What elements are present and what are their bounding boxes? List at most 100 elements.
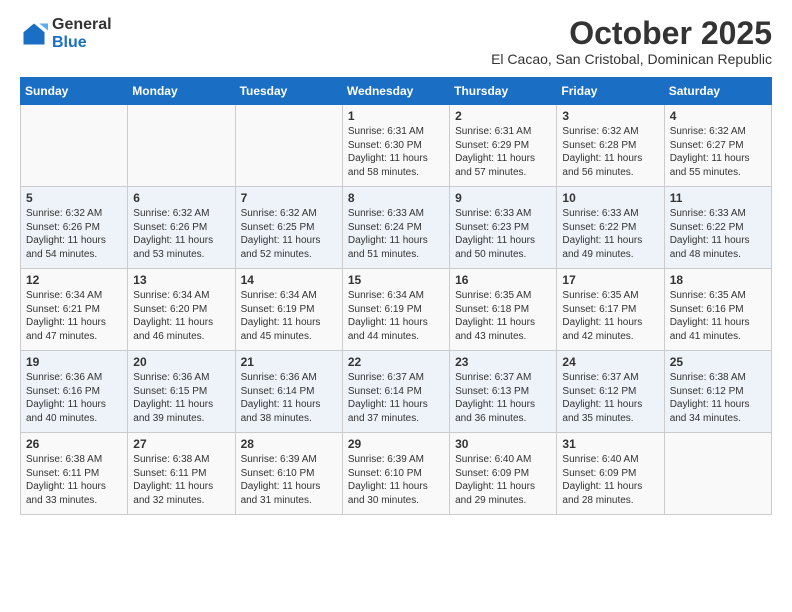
logo: General Blue <box>20 16 112 51</box>
weekday-header-monday: Monday <box>128 78 235 105</box>
day-info: Sunrise: 6:32 AM Sunset: 6:27 PM Dayligh… <box>670 125 766 179</box>
day-number: 8 <box>348 191 444 205</box>
calendar-cell: 18 Sunrise: 6:35 AM Sunset: 6:16 PM Dayli… <box>664 269 771 351</box>
day-number: 29 <box>348 437 444 451</box>
header: General Blue October 2025 El Cacao, San … <box>20 16 772 67</box>
calendar-cell: 11Sunrise: 6:33 AM Sunset: 6:22 PM Dayli… <box>664 187 771 269</box>
calendar-cell <box>128 105 235 187</box>
calendar-cell <box>664 433 771 515</box>
day-info: Sunrise: 6:33 AM Sunset: 6:24 PM Dayligh… <box>348 207 444 261</box>
week-row-5: 26Sunrise: 6:38 AM Sunset: 6:11 PM Dayli… <box>21 433 772 515</box>
calendar-cell: 7Sunrise: 6:32 AM Sunset: 6:25 PM Daylig… <box>235 187 342 269</box>
calendar-cell: 8 Sunrise: 6:33 AM Sunset: 6:24 PM Daylig… <box>342 187 449 269</box>
day-info: Sunrise: 6:32 AM Sunset: 6:26 PM Dayligh… <box>133 207 229 261</box>
day-info: Sunrise: 6:33 AM Sunset: 6:22 PM Dayligh… <box>562 207 658 261</box>
day-number: 9 <box>455 191 551 205</box>
day-info: Sunrise: 6:38 AM Sunset: 6:12 PM Dayligh… <box>670 371 766 425</box>
day-info: Sunrise: 6:35 AM Sunset: 6:17 PM Dayligh… <box>562 289 658 343</box>
calendar-cell: 14Sunrise: 6:34 AM Sunset: 6:19 PM Dayli… <box>235 269 342 351</box>
day-number: 21 <box>241 355 337 369</box>
day-info: Sunrise: 6:38 AM Sunset: 6:11 PM Dayligh… <box>133 453 229 507</box>
day-info: Sunrise: 6:40 AM Sunset: 6:09 PM Dayligh… <box>455 453 551 507</box>
calendar-cell: 31 Sunrise: 6:40 AM Sunset: 6:09 PM Dayli… <box>557 433 664 515</box>
week-row-2: 5 Sunrise: 6:32 AM Sunset: 6:26 PM Daylig… <box>21 187 772 269</box>
day-info: Sunrise: 6:32 AM Sunset: 6:28 PM Dayligh… <box>562 125 658 179</box>
weekday-header-tuesday: Tuesday <box>235 78 342 105</box>
day-info: Sunrise: 6:39 AM Sunset: 6:10 PM Dayligh… <box>241 453 337 507</box>
day-number: 14 <box>241 273 337 287</box>
day-number: 2 <box>455 109 551 123</box>
calendar-cell: 22Sunrise: 6:37 AM Sunset: 6:14 PM Dayli… <box>342 351 449 433</box>
calendar-cell: 27 Sunrise: 6:38 AM Sunset: 6:11 PM Dayli… <box>128 433 235 515</box>
logo-blue-text: Blue <box>52 34 112 52</box>
calendar-cell: 9 Sunrise: 6:33 AM Sunset: 6:23 PM Daylig… <box>450 187 557 269</box>
calendar-cell: 3 Sunrise: 6:32 AM Sunset: 6:28 PM Daylig… <box>557 105 664 187</box>
calendar-cell: 15Sunrise: 6:34 AM Sunset: 6:19 PM Dayli… <box>342 269 449 351</box>
day-info: Sunrise: 6:35 AM Sunset: 6:16 PM Dayligh… <box>670 289 766 343</box>
calendar-cell: 6Sunrise: 6:32 AM Sunset: 6:26 PM Daylig… <box>128 187 235 269</box>
day-number: 18 <box>670 273 766 287</box>
day-number: 13 <box>133 273 229 287</box>
calendar-table: SundayMondayTuesdayWednesdayThursdayFrid… <box>20 77 772 515</box>
day-info: Sunrise: 6:33 AM Sunset: 6:23 PM Dayligh… <box>455 207 551 261</box>
calendar-cell <box>235 105 342 187</box>
day-number: 27 <box>133 437 229 451</box>
day-number: 17 <box>562 273 658 287</box>
day-info: Sunrise: 6:36 AM Sunset: 6:15 PM Dayligh… <box>133 371 229 425</box>
calendar-cell: 1Sunrise: 6:31 AM Sunset: 6:30 PM Daylig… <box>342 105 449 187</box>
day-number: 12 <box>26 273 122 287</box>
day-number: 20 <box>133 355 229 369</box>
day-number: 1 <box>348 109 444 123</box>
day-info: Sunrise: 6:32 AM Sunset: 6:26 PM Dayligh… <box>26 207 122 261</box>
week-row-4: 19 Sunrise: 6:36 AM Sunset: 6:16 PM Dayli… <box>21 351 772 433</box>
calendar-cell: 28Sunrise: 6:39 AM Sunset: 6:10 PM Dayli… <box>235 433 342 515</box>
day-number: 3 <box>562 109 658 123</box>
day-number: 16 <box>455 273 551 287</box>
day-number: 25 <box>670 355 766 369</box>
calendar-cell: 17 Sunrise: 6:35 AM Sunset: 6:17 PM Dayli… <box>557 269 664 351</box>
day-info: Sunrise: 6:33 AM Sunset: 6:22 PM Dayligh… <box>670 207 766 261</box>
logo-text: General Blue <box>52 16 112 51</box>
month-title: October 2025 <box>491 16 772 51</box>
title-block: October 2025 El Cacao, San Cristobal, Do… <box>491 16 772 67</box>
day-info: Sunrise: 6:32 AM Sunset: 6:25 PM Dayligh… <box>241 207 337 261</box>
day-info: Sunrise: 6:37 AM Sunset: 6:12 PM Dayligh… <box>562 371 658 425</box>
week-row-3: 12 Sunrise: 6:34 AM Sunset: 6:21 PM Dayli… <box>21 269 772 351</box>
logo-icon <box>20 20 48 48</box>
calendar-cell: 10Sunrise: 6:33 AM Sunset: 6:22 PM Dayli… <box>557 187 664 269</box>
calendar-cell: 29 Sunrise: 6:39 AM Sunset: 6:10 PM Dayli… <box>342 433 449 515</box>
day-info: Sunrise: 6:36 AM Sunset: 6:16 PM Dayligh… <box>26 371 122 425</box>
day-number: 24 <box>562 355 658 369</box>
calendar-body: 1Sunrise: 6:31 AM Sunset: 6:30 PM Daylig… <box>21 105 772 515</box>
day-info: Sunrise: 6:40 AM Sunset: 6:09 PM Dayligh… <box>562 453 658 507</box>
day-number: 30 <box>455 437 551 451</box>
calendar-cell: 4 Sunrise: 6:32 AM Sunset: 6:27 PM Daylig… <box>664 105 771 187</box>
day-number: 5 <box>26 191 122 205</box>
day-number: 19 <box>26 355 122 369</box>
calendar-cell <box>21 105 128 187</box>
calendar-cell: 24 Sunrise: 6:37 AM Sunset: 6:12 PM Dayli… <box>557 351 664 433</box>
weekday-header-sunday: Sunday <box>21 78 128 105</box>
calendar-cell: 16 Sunrise: 6:35 AM Sunset: 6:18 PM Dayli… <box>450 269 557 351</box>
calendar-cell: 23Sunrise: 6:37 AM Sunset: 6:13 PM Dayli… <box>450 351 557 433</box>
day-info: Sunrise: 6:39 AM Sunset: 6:10 PM Dayligh… <box>348 453 444 507</box>
day-info: Sunrise: 6:37 AM Sunset: 6:14 PM Dayligh… <box>348 371 444 425</box>
day-number: 23 <box>455 355 551 369</box>
day-info: Sunrise: 6:34 AM Sunset: 6:21 PM Dayligh… <box>26 289 122 343</box>
calendar-cell: 19 Sunrise: 6:36 AM Sunset: 6:16 PM Dayli… <box>21 351 128 433</box>
location-subtitle: El Cacao, San Cristobal, Dominican Repub… <box>491 51 772 67</box>
calendar-cell: 12 Sunrise: 6:34 AM Sunset: 6:21 PM Dayli… <box>21 269 128 351</box>
calendar-cell: 2Sunrise: 6:31 AM Sunset: 6:29 PM Daylig… <box>450 105 557 187</box>
day-info: Sunrise: 6:35 AM Sunset: 6:18 PM Dayligh… <box>455 289 551 343</box>
day-number: 31 <box>562 437 658 451</box>
page: General Blue October 2025 El Cacao, San … <box>0 0 792 612</box>
day-number: 15 <box>348 273 444 287</box>
day-number: 4 <box>670 109 766 123</box>
calendar-cell: 25 Sunrise: 6:38 AM Sunset: 6:12 PM Dayli… <box>664 351 771 433</box>
logo-general-text: General <box>52 16 112 34</box>
calendar-cell: 26Sunrise: 6:38 AM Sunset: 6:11 PM Dayli… <box>21 433 128 515</box>
week-row-1: 1Sunrise: 6:31 AM Sunset: 6:30 PM Daylig… <box>21 105 772 187</box>
weekday-row: SundayMondayTuesdayWednesdayThursdayFrid… <box>21 78 772 105</box>
day-info: Sunrise: 6:36 AM Sunset: 6:14 PM Dayligh… <box>241 371 337 425</box>
calendar-cell: 30 Sunrise: 6:40 AM Sunset: 6:09 PM Dayli… <box>450 433 557 515</box>
